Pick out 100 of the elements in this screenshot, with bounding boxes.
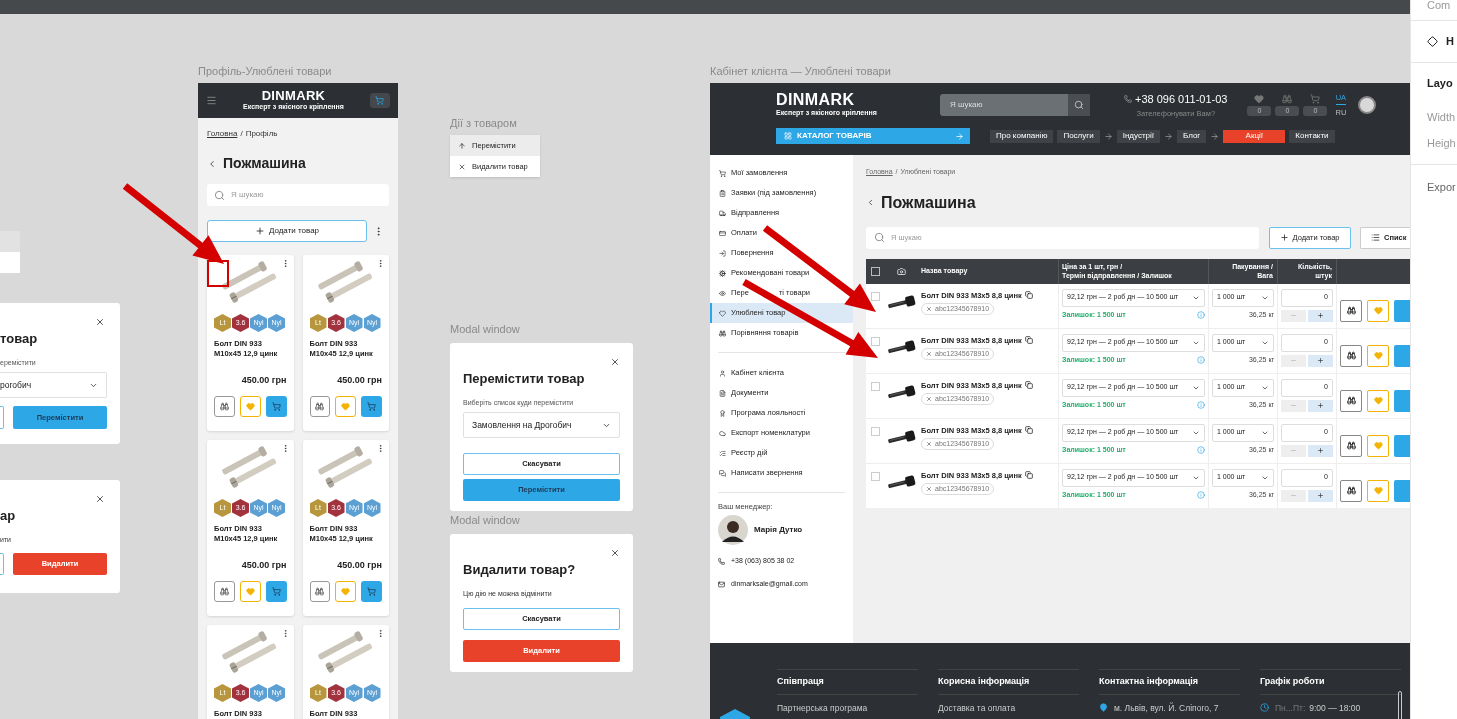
gear-icon [719, 269, 726, 277]
close-icon[interactable] [610, 357, 620, 367]
menu-icon[interactable] [206, 95, 217, 106]
compare-button[interactable] [1340, 299, 1362, 322]
cart-icon[interactable] [1310, 94, 1321, 104]
close-icon[interactable] [610, 548, 620, 558]
heart-icon [341, 586, 351, 596]
copy-icon[interactable] [1024, 426, 1033, 435]
copy-icon[interactable] [1024, 336, 1033, 345]
phone-number: +38 096 011-01-03 [1135, 92, 1228, 108]
favorite-button[interactable] [1367, 344, 1389, 367]
list-icon [1371, 233, 1380, 242]
binoculars-icon[interactable] [1282, 94, 1293, 104]
compare-button[interactable] [1340, 344, 1362, 367]
list-select[interactable]: Замовлення на Дрогобич [463, 412, 620, 438]
chat-icon [719, 469, 726, 477]
property-label: Heigh [1427, 136, 1457, 151]
logo-mark-icon [720, 709, 750, 719]
nav-link[interactable]: Індустрії [1116, 129, 1160, 143]
frame-label: Modal window [450, 513, 520, 528]
copy-icon[interactable] [1024, 381, 1033, 390]
cancel-button[interactable] [0, 553, 4, 575]
property-label: Width [1427, 109, 1457, 125]
checkbox[interactable] [871, 266, 880, 276]
more-icon[interactable] [376, 444, 385, 453]
cart-button[interactable] [370, 93, 390, 108]
arrow-icon[interactable] [1103, 131, 1113, 141]
back-icon[interactable] [207, 158, 217, 169]
plus-button[interactable] [1308, 354, 1333, 367]
favorite-button[interactable] [1367, 434, 1389, 457]
breadcrumb-link[interactable]: Головна [207, 128, 238, 140]
breadcrumb-separator: / [240, 128, 243, 140]
cart-button[interactable] [265, 395, 287, 417]
footer-heading: Корисна інформація [938, 669, 1079, 695]
checkbox[interactable] [871, 291, 880, 301]
checkbox[interactable] [871, 471, 880, 481]
copy-icon[interactable] [1024, 291, 1033, 300]
search-icon [874, 232, 885, 243]
nav-link[interactable]: Блог [1177, 129, 1207, 143]
checkbox[interactable] [871, 426, 880, 436]
page-title: Пожмашина [223, 154, 306, 173]
nav-link[interactable]: Контакти [1289, 129, 1335, 143]
heart-icon [1373, 351, 1383, 360]
add-product-button[interactable]: Додати товар [207, 220, 367, 242]
compare-button[interactable] [1340, 434, 1362, 457]
phone-icon [1124, 95, 1132, 104]
nav-link[interactable]: Про компанію [990, 129, 1054, 143]
heart-icon [341, 401, 351, 411]
cart-button[interactable] [1394, 344, 1410, 367]
close-icon[interactable] [95, 317, 105, 327]
footer-heading: Співпраця [777, 669, 918, 695]
checkbox[interactable] [871, 381, 880, 391]
cart-button[interactable] [1394, 299, 1410, 322]
checkbox[interactable] [871, 336, 880, 346]
compare-button[interactable] [1340, 479, 1362, 502]
favorite-button[interactable] [1367, 479, 1389, 502]
cart-button[interactable] [1394, 479, 1410, 502]
favorite-button[interactable] [1367, 299, 1389, 322]
heart-icon[interactable] [1254, 94, 1265, 104]
nav-link[interactable]: Послуги [1057, 129, 1100, 143]
price: 450.00 грн [240, 559, 287, 572]
cart-button[interactable] [1394, 434, 1410, 457]
cart-button[interactable] [265, 580, 287, 602]
list-select[interactable]: рогобич [0, 372, 107, 398]
plus-button[interactable] [1308, 309, 1333, 322]
plus-button[interactable] [1308, 489, 1333, 502]
plus-button[interactable] [1308, 444, 1333, 457]
close-icon [926, 440, 932, 447]
plus-button[interactable] [1308, 399, 1333, 412]
close-icon[interactable] [95, 494, 105, 504]
cart-button[interactable] [361, 395, 382, 417]
more-icon[interactable] [376, 259, 385, 268]
compare-button[interactable] [1340, 389, 1362, 412]
footer-link[interactable]: Доставка та оплата [938, 701, 1079, 715]
minus-icon [1290, 312, 1297, 319]
arrow-icon[interactable] [1210, 131, 1220, 141]
panel-label: Com [1426, 0, 1452, 13]
avatar[interactable] [1358, 96, 1377, 114]
favorite-button[interactable] [1367, 389, 1389, 412]
compare-button[interactable] [214, 580, 235, 602]
nav-link[interactable]: Акції [1223, 129, 1286, 143]
minus-icon [1290, 357, 1297, 364]
cart-button[interactable] [361, 580, 382, 602]
copy-icon[interactable] [1024, 471, 1033, 480]
compare-button[interactable] [214, 395, 235, 417]
heart-icon [1373, 441, 1383, 450]
back-icon[interactable] [866, 198, 875, 207]
footer-link[interactable]: Партнерська програма [777, 701, 918, 715]
close-icon [926, 395, 932, 402]
compare-button[interactable] [309, 580, 331, 602]
price: 450.00 грн [240, 374, 287, 387]
search-icon [214, 189, 225, 201]
more-icon[interactable] [376, 629, 385, 638]
compare-button[interactable] [309, 395, 331, 417]
arrow-icon[interactable] [1164, 131, 1173, 141]
search-field[interactable]: Я шукаю [940, 94, 1090, 116]
cart-button[interactable] [1394, 389, 1410, 412]
cancel-button[interactable] [0, 406, 4, 429]
plus-icon [1317, 402, 1324, 409]
clipboard-icon [719, 189, 726, 197]
